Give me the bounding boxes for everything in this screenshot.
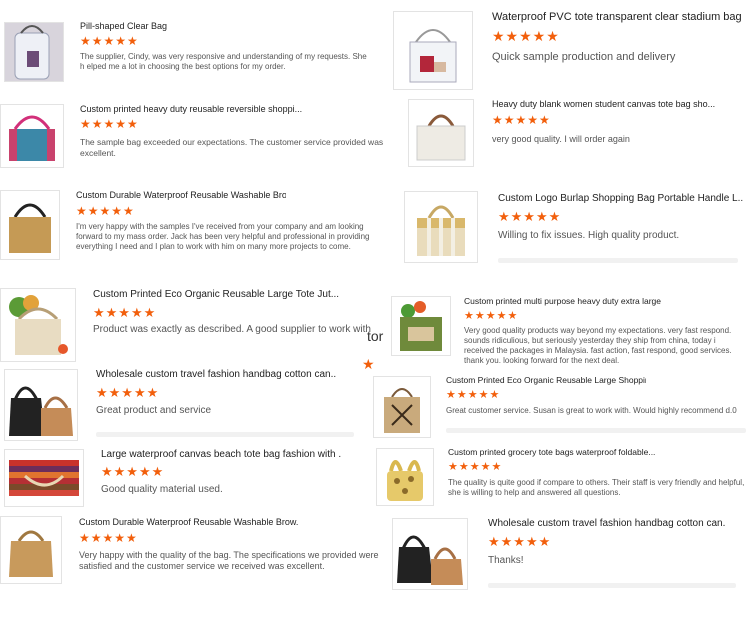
product-title[interactable]: Wholesale custom travel fashion handbag … (96, 369, 336, 380)
product-title[interactable]: Wholesale custom travel fashion handbag … (488, 518, 743, 529)
divider-bar (488, 583, 736, 588)
review-text: The sample bag exceeded our expectations… (80, 137, 384, 158)
product-thumbnail[interactable] (0, 104, 64, 168)
product-thumbnail[interactable] (0, 190, 60, 260)
product-thumbnail[interactable] (404, 191, 478, 263)
product-thumbnail[interactable] (4, 449, 84, 507)
rating-stars: ★★★★★ (492, 28, 560, 44)
rating-stars: ★★★★★ (101, 464, 165, 479)
review-text: The quality is quite good if compare to … (448, 478, 745, 497)
rating-stars: ★★★★★ (79, 531, 138, 545)
product-title[interactable]: Custom printed heavy duty reusable rever… (80, 104, 370, 114)
product-title[interactable]: Custom Durable Waterproof Reusable Washa… (79, 517, 299, 527)
rating-stars: ★★★★★ (76, 204, 135, 218)
product-title[interactable]: Custom Logo Burlap Shopping Bag Portable… (498, 193, 743, 204)
product-thumbnail[interactable] (393, 11, 473, 90)
product-thumbnail[interactable] (408, 99, 474, 167)
review-text: Quick sample production and delivery (492, 51, 676, 63)
review-text: Great customer service. Susan is great t… (446, 406, 737, 415)
product-thumbnail[interactable] (392, 518, 468, 590)
review-text: very good quality. I will order again (492, 134, 630, 144)
product-title[interactable]: Custom printed multi purpose heavy duty … (464, 296, 664, 306)
divider-bar (498, 258, 738, 263)
product-title[interactable]: Heavy duty blank women student canvas to… (492, 99, 722, 109)
review-text: Willing to fix issues. High quality prod… (498, 230, 680, 241)
rating-stars: ★★★★★ (80, 34, 139, 48)
review-text: Very good quality products way beyond my… (464, 326, 732, 365)
star-icon: ★ (362, 356, 375, 372)
product-thumbnail[interactable] (0, 288, 76, 362)
product-title[interactable]: Custom printed grocery tote bags waterpr… (448, 447, 658, 457)
rating-stars: ★★★★★ (96, 385, 160, 400)
rating-stars: ★★★★★ (80, 117, 139, 131)
product-title[interactable]: Custom Durable Waterproof Reusable Washa… (76, 190, 286, 200)
review-text: Very happy with the quality of the bag. … (79, 550, 379, 572)
rating-stars: ★★★★★ (488, 534, 552, 549)
product-title[interactable]: Custom Printed Eco Organic Reusable Larg… (93, 289, 353, 300)
product-thumbnail[interactable] (376, 448, 434, 506)
rating-stars: ★★★★★ (446, 389, 501, 401)
product-title[interactable]: Custom Printed Eco Organic Reusable Larg… (446, 375, 646, 385)
divider-bar (96, 432, 354, 437)
product-thumbnail[interactable] (0, 516, 62, 584)
review-text: Good quality material used. (101, 484, 223, 495)
product-thumbnail[interactable] (391, 296, 451, 356)
product-thumbnail[interactable] (373, 376, 431, 438)
rating-stars: ★★★★★ (492, 113, 551, 127)
product-thumbnail[interactable] (4, 22, 64, 82)
stray-text-fragment: tor (367, 328, 384, 344)
review-text: Thanks! (488, 555, 524, 566)
review-text: Product was exactly as described. A good… (93, 324, 371, 335)
product-title[interactable]: Waterproof PVC tote transparent clear st… (492, 11, 750, 23)
divider-bar (446, 428, 746, 433)
rating-stars: ★★★★★ (448, 461, 503, 473)
product-thumbnail[interactable] (4, 369, 78, 441)
product-title[interactable]: Large waterproof canvas beach tote bag f… (101, 449, 351, 460)
product-title[interactable]: Pill-shaped Clear Bag (80, 21, 370, 31)
review-text: Great product and service (96, 405, 212, 416)
review-text: I'm very happy with the samples I've rec… (76, 222, 370, 251)
rating-stars: ★★★★★ (498, 209, 562, 224)
rating-stars: ★★★★★ (93, 305, 157, 320)
rating-stars: ★★★★★ (464, 310, 519, 322)
review-text: The supplier, Cindy, was very responsive… (80, 52, 367, 71)
